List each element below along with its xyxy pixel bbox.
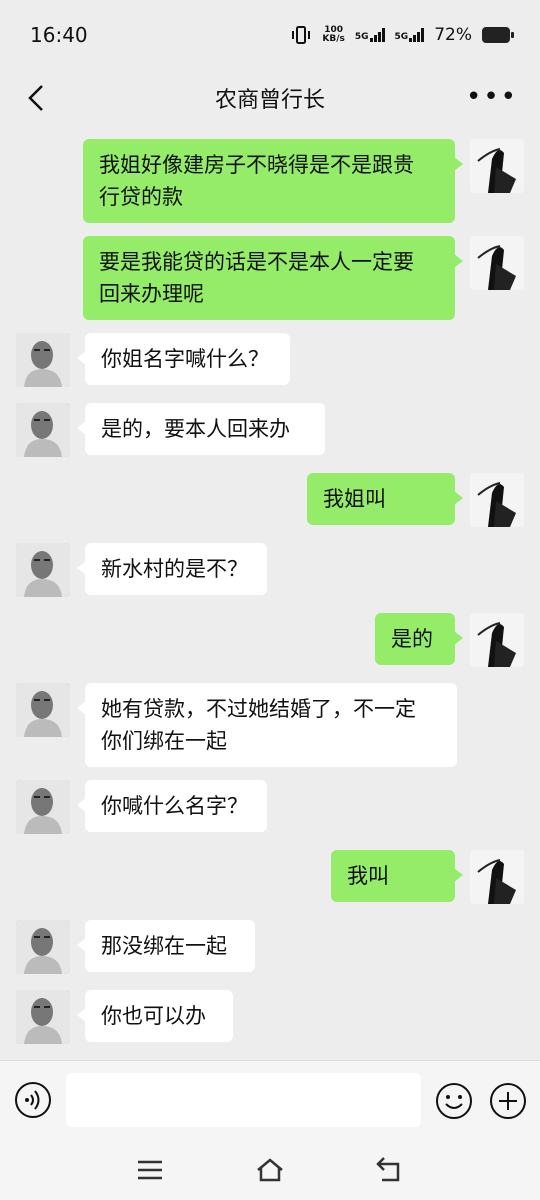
incoming-message-bubble[interactable]: 她有贷款，不过她结婚了，不一定 你们绑在一起 [77, 683, 457, 767]
message-text-line: 我姐好像建房子不晓得是不是跟贵 [99, 153, 414, 177]
chat-title: 农商曾行长 [214, 88, 325, 113]
sim2-label: 5G [394, 32, 409, 42]
message-text-line: 你也可以办 [101, 1004, 206, 1028]
voice-icon[interactable] [14, 1081, 52, 1119]
message-text-line: 是的，要本人回来办 [101, 417, 290, 441]
incoming-message-bubble[interactable]: 你喊什么名字？ [77, 780, 267, 832]
my-avatar[interactable] [470, 139, 524, 193]
contact-avatar[interactable] [16, 683, 70, 737]
system-navigation-bar [0, 1140, 540, 1200]
message-text-line: 我姐叫 [323, 487, 386, 511]
incoming-message-bubble[interactable]: 新水村的是不？ [77, 543, 267, 595]
more-options-icon[interactable]: ••• [466, 82, 518, 112]
sim1-label: 5G [354, 32, 369, 42]
incoming-message-bubble[interactable]: 是的，要本人回来办 [77, 403, 325, 455]
outgoing-message-bubble[interactable]: 我叫 [331, 850, 463, 902]
contact-avatar[interactable] [16, 543, 70, 597]
sim2-signal: 5G [395, 28, 425, 42]
message-text-line: 是的 [391, 627, 433, 651]
message-text-line: 那没绑在一起 [101, 934, 227, 958]
message-input[interactable] [66, 1073, 421, 1127]
contact-avatar[interactable] [16, 333, 70, 387]
chat-header: 农商曾行长 ••• [0, 70, 540, 126]
status-time: 16:40 [30, 23, 88, 47]
input-bar [0, 1060, 540, 1141]
menu-icon[interactable] [130, 1152, 170, 1188]
message-text-line: 新水村的是不？ [101, 557, 248, 581]
back-nav-icon[interactable] [370, 1152, 410, 1188]
vibrate-icon [292, 26, 311, 44]
emoji-icon[interactable] [434, 1081, 474, 1121]
plus-icon[interactable] [488, 1081, 528, 1121]
status-bar: 16:40 100 KB/s 5G 5G 72% [0, 0, 540, 70]
incoming-message-bubble[interactable]: 你也可以办 [77, 990, 233, 1042]
message-text-line: 要是我能贷的话是不是本人一定要 [99, 250, 414, 274]
network-speed-unit: KB/s [322, 34, 345, 44]
signal-icon [409, 28, 425, 42]
contact-avatar[interactable] [16, 403, 70, 457]
message-text-line: 行贷的款 [99, 185, 183, 209]
incoming-message-bubble[interactable]: 那没绑在一起 [77, 920, 255, 972]
contact-avatar[interactable] [16, 920, 70, 974]
network-speed: 100 KB/s [322, 26, 344, 44]
my-avatar[interactable] [470, 613, 524, 667]
outgoing-message-bubble[interactable]: 是的 [375, 613, 463, 665]
message-list[interactable]: 我姐好像建房子不晓得是不是跟贵 行贷的款 要是我能贷的话是不是本人一定要 回来办理呢你… [0, 126, 540, 1060]
outgoing-message-bubble[interactable]: 要是我能贷的话是不是本人一定要 回来办理呢 [83, 236, 463, 320]
outgoing-message-bubble[interactable]: 我姐叫 [307, 473, 463, 525]
message-text-line: 你姐名字喊什么？ [101, 347, 269, 371]
contact-avatar[interactable] [16, 780, 70, 834]
status-icons: 100 KB/s 5G 5G 72% [290, 25, 514, 45]
contact-avatar[interactable] [16, 990, 70, 1044]
home-icon[interactable] [250, 1152, 290, 1188]
message-text-line: 我叫 [347, 864, 389, 888]
battery-icon [482, 27, 514, 43]
back-arrow-icon[interactable] [18, 78, 58, 118]
message-text-line: 你们绑在一起 [101, 729, 227, 753]
message-text-line: 回来办理呢 [99, 282, 204, 306]
message-text-line: 你喊什么名字？ [101, 794, 248, 818]
my-avatar[interactable] [470, 236, 524, 290]
outgoing-message-bubble[interactable]: 我姐好像建房子不晓得是不是跟贵 行贷的款 [83, 139, 463, 223]
my-avatar[interactable] [470, 850, 524, 904]
incoming-message-bubble[interactable]: 你姐名字喊什么？ [77, 333, 290, 385]
battery-percent: 72% [434, 25, 472, 45]
signal-icon [369, 28, 385, 42]
message-text-line: 她有贷款，不过她结婚了，不一定 [101, 697, 416, 721]
sim1-signal: 5G [355, 28, 385, 42]
my-avatar[interactable] [470, 473, 524, 527]
